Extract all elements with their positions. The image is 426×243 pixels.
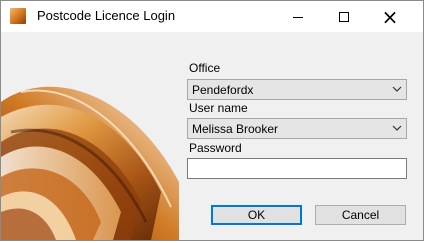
maximize-button[interactable] (321, 1, 367, 32)
office-combobox[interactable]: Pendefordx (187, 79, 407, 100)
minimize-icon (293, 17, 303, 18)
close-button[interactable]: × (367, 1, 413, 32)
user-name-combobox[interactable]: Melissa Brooker (187, 118, 407, 139)
minimize-button[interactable] (275, 1, 321, 32)
login-dialog-window: Postcode Licence Login × Office Pendefor… (0, 0, 424, 241)
user-name-selected-value: Melissa Brooker (192, 122, 279, 136)
password-field[interactable] (187, 158, 407, 179)
maximize-icon (339, 11, 349, 22)
office-label: Office (189, 61, 221, 75)
app-icon (10, 8, 26, 24)
chevron-down-icon (392, 125, 402, 131)
office-selected-value: Pendefordx (192, 83, 254, 97)
close-icon: × (381, 4, 399, 29)
window-title: Postcode Licence Login (37, 8, 176, 23)
title-bar[interactable]: Postcode Licence Login × (1, 1, 423, 32)
ok-button[interactable]: OK (211, 205, 302, 225)
decorative-swirl-artwork (1, 32, 179, 240)
user-name-label: User name (189, 101, 248, 115)
chevron-down-icon (392, 86, 402, 92)
dialog-client-area: Office Pendefordx User name Melissa Broo… (1, 32, 423, 240)
password-label: Password (189, 141, 242, 155)
cancel-button[interactable]: Cancel (315, 205, 406, 225)
